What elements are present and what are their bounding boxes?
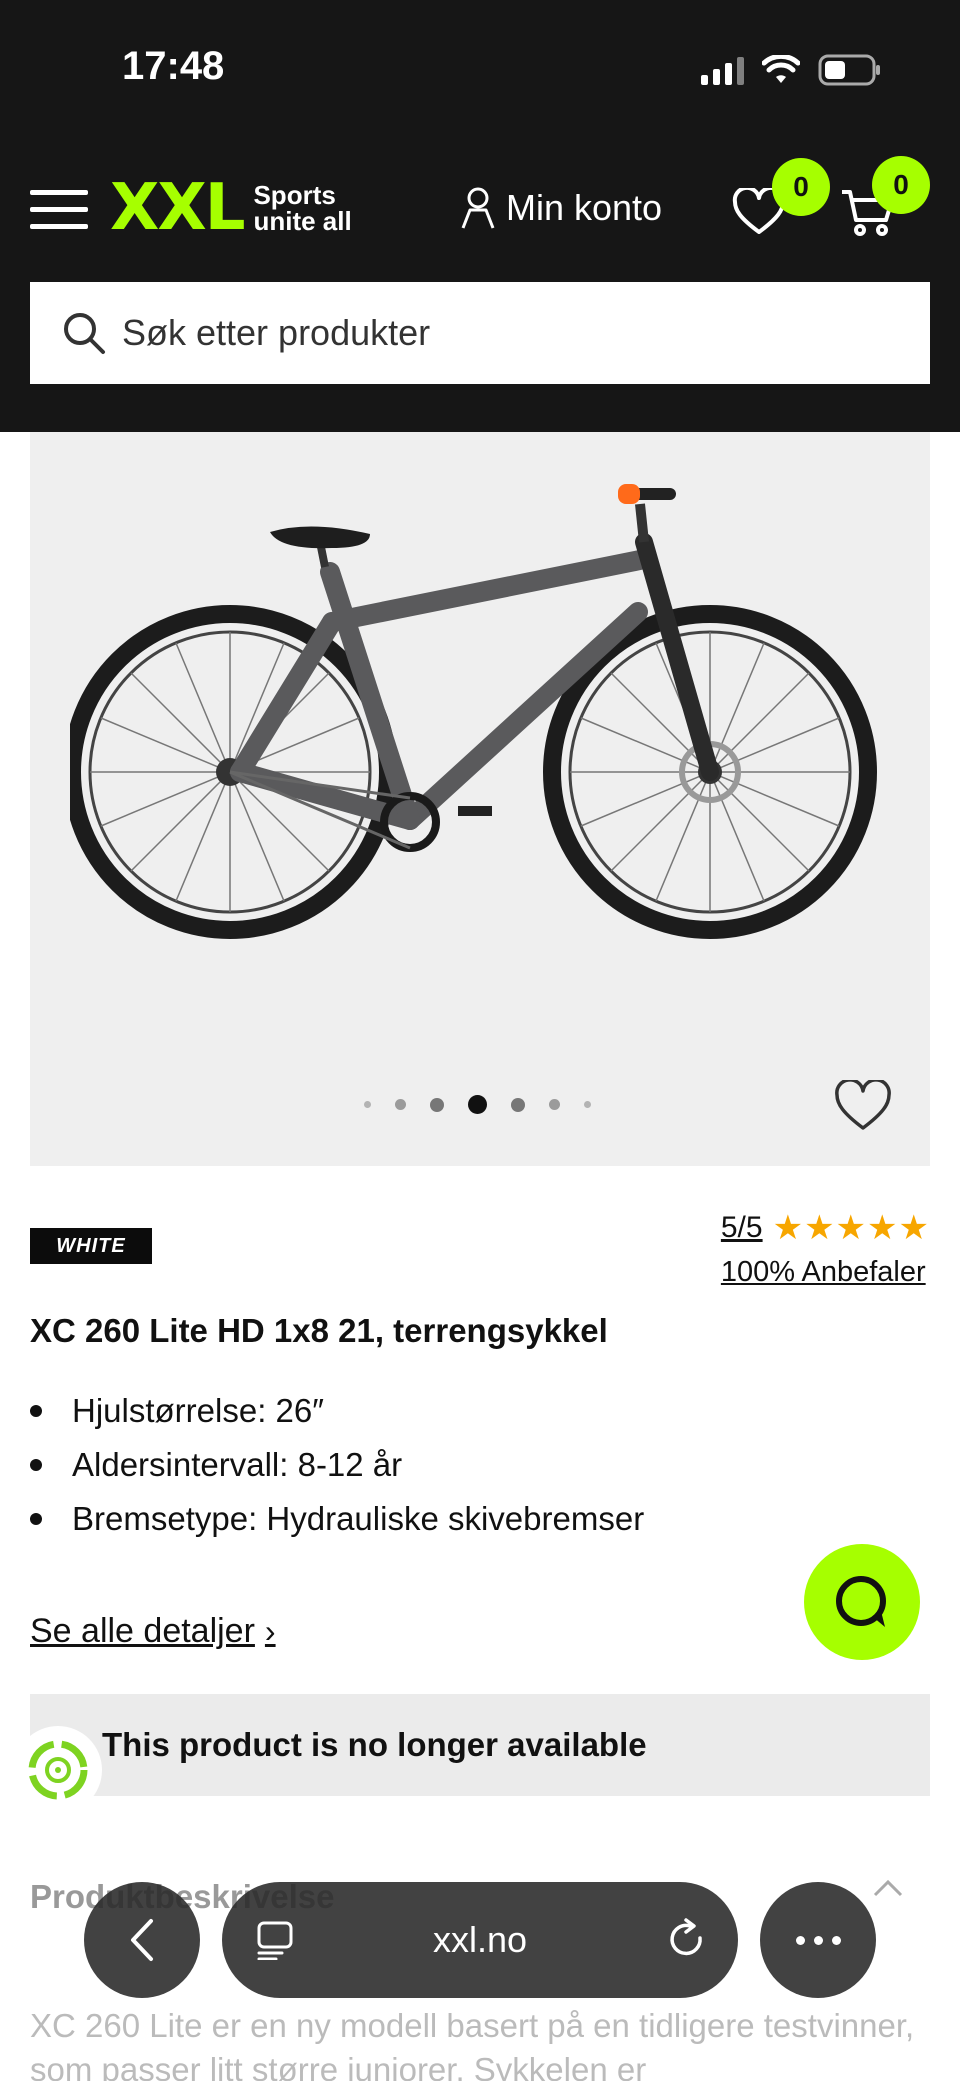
logo-wordmark: XXL	[110, 171, 245, 245]
chevron-left-icon	[131, 1919, 153, 1961]
spec-item: Aldersintervall: 8-12 år	[30, 1438, 644, 1492]
menu-button[interactable]	[30, 188, 88, 232]
gallery-dot[interactable]	[430, 1097, 444, 1112]
gallery-dot[interactable]	[584, 1101, 591, 1108]
nav-row: XXL Sports unite all Min konto 0 0	[0, 156, 960, 250]
chevron-up-icon[interactable]	[872, 1878, 904, 1903]
product-image-gallery[interactable]	[30, 432, 930, 1166]
spec-text: Bremsetype: Hydrauliske skivebremser	[72, 1500, 645, 1537]
browser-back-button[interactable]	[84, 1882, 200, 1998]
unavailable-text: This product is no longer available	[102, 1726, 647, 1763]
logo-tagline: Sports unite all	[253, 182, 351, 234]
spec-text: Aldersintervall: 8-12 år	[72, 1446, 403, 1483]
brand-logo[interactable]: WHITE	[30, 1228, 152, 1264]
more-dot	[795, 1935, 805, 1945]
product-title: XC 260 Lite HD 1x8 21, terrengsykkel	[30, 1312, 608, 1349]
recycle-badge[interactable]	[14, 1726, 102, 1814]
browser-url: xxl.no	[432, 1919, 528, 1960]
spec-item: Bremsetype: Hydrauliske skivebremser	[30, 1492, 644, 1546]
more-dot	[813, 1935, 823, 1945]
see-all-details-label: Se alle detaljer	[30, 1612, 255, 1650]
gallery-dot[interactable]	[395, 1099, 406, 1110]
gallery-dot[interactable]	[549, 1099, 560, 1110]
battery-icon	[818, 54, 880, 86]
rating-line: 5/5 ★★★★★	[721, 1208, 930, 1248]
cart-count-badge: 0	[872, 156, 930, 214]
recommend-percentage[interactable]: 100% Anbefaler	[721, 1256, 930, 1289]
wishlist-button[interactable]: 0	[732, 158, 830, 241]
account-label: Min konto	[506, 187, 663, 228]
search-icon	[64, 313, 105, 354]
heart-icon	[835, 1078, 891, 1130]
chevron-right-icon: ›	[264, 1613, 276, 1649]
chat-button[interactable]	[804, 1544, 920, 1660]
brand-name: WHITE	[56, 1234, 126, 1257]
rating-score[interactable]: 5/5	[721, 1211, 763, 1245]
logo-tagline-line-2: unite all	[253, 206, 352, 236]
rating-block[interactable]: 5/5 ★★★★★ 100% Anbefaler	[721, 1208, 930, 1289]
spec-item: Hjulstørrelse: 26″	[30, 1384, 644, 1438]
account-button[interactable]: Min konto	[460, 186, 662, 230]
gallery-dot[interactable]	[364, 1101, 371, 1108]
browser-address-bar[interactable]: xxl.no	[222, 1882, 738, 1998]
chat-icon	[836, 1576, 886, 1627]
xxl-logo[interactable]: XXL Sports unite all	[110, 176, 352, 240]
browser-more-button[interactable]	[760, 1882, 876, 1998]
search-bar[interactable]	[30, 282, 930, 384]
rating-stars: ★★★★★	[772, 1209, 930, 1247]
wifi-icon	[762, 55, 800, 83]
cart-button[interactable]: 0	[840, 156, 930, 241]
see-all-details-link[interactable]: Se alle detaljer ›	[30, 1612, 276, 1651]
spec-text: Hjulstørrelse: 26″	[72, 1392, 324, 1429]
bullet-icon	[30, 1513, 42, 1525]
more-dot	[831, 1935, 841, 1945]
reload-icon[interactable]	[668, 1918, 708, 1962]
app-header: 17:48 XXL Sports unite all Min konto 0 0…	[0, 0, 960, 432]
gallery-dot-active[interactable]	[468, 1095, 487, 1114]
status-icons	[701, 54, 882, 86]
product-image-bike	[70, 484, 877, 939]
product-specs: Hjulstørrelse: 26″ Aldersintervall: 8-12…	[30, 1384, 644, 1546]
unavailable-notice: This product is no longer available	[30, 1694, 930, 1796]
add-to-wishlist-button[interactable]	[834, 1078, 892, 1137]
tabs-icon	[257, 1921, 293, 1960]
description-text: XC 260 Lite er en ny modell basert på en…	[30, 2007, 915, 2081]
gallery-dot[interactable]	[511, 1097, 525, 1112]
bullet-icon	[30, 1459, 42, 1471]
user-icon	[461, 187, 495, 229]
gallery-pagination	[364, 1095, 591, 1114]
signal-icon	[701, 55, 744, 85]
wishlist-count-badge: 0	[772, 158, 830, 216]
status-time: 17:48	[122, 44, 225, 88]
recycle-icon	[28, 1740, 88, 1800]
bullet-icon	[30, 1405, 42, 1417]
search-input[interactable]	[122, 312, 882, 354]
